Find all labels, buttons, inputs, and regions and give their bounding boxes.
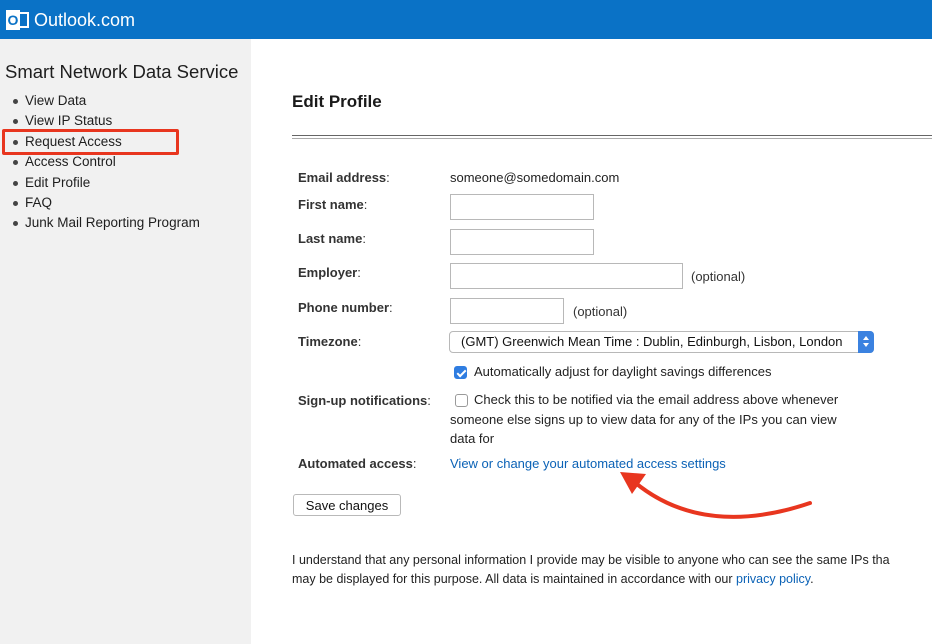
page-title: Edit Profile bbox=[292, 92, 382, 111]
bullet-icon bbox=[13, 200, 18, 206]
select-stepper-icon[interactable] bbox=[858, 331, 874, 353]
first-name-label: First name: bbox=[298, 197, 368, 212]
brand[interactable]: O Outlook.com bbox=[6, 8, 135, 32]
sidebar-item-view-data[interactable]: View Data bbox=[0, 91, 251, 111]
email-label: Email address: bbox=[298, 170, 390, 185]
sidebar: Smart Network Data Service View Data Vie… bbox=[0, 39, 251, 644]
last-name-field[interactable] bbox=[450, 229, 594, 255]
timezone-select[interactable]: (GMT) Greenwich Mean Time : Dublin, Edin… bbox=[449, 331, 874, 353]
outlook-logo-icon: O bbox=[6, 9, 30, 31]
privacy-notice-line1: I understand that any personal informati… bbox=[292, 553, 890, 567]
bullet-icon bbox=[13, 99, 18, 104]
bullet-icon bbox=[13, 221, 18, 227]
timezone-label: Timezone: bbox=[298, 334, 362, 349]
sidebar-item-label[interactable]: View Data bbox=[25, 93, 86, 108]
last-name-label: Last name: bbox=[298, 231, 366, 246]
save-changes-button[interactable]: Save changes bbox=[293, 494, 401, 516]
bullet-icon bbox=[13, 180, 18, 186]
sidebar-item-faq[interactable]: FAQ bbox=[0, 193, 251, 213]
signup-notifications-label: Sign-up notifications: bbox=[298, 393, 431, 408]
sidebar-item-access-control[interactable]: Access Control bbox=[0, 152, 251, 172]
first-name-field[interactable] bbox=[450, 194, 594, 220]
sidebar-item-label[interactable]: Edit Profile bbox=[25, 175, 90, 190]
sidebar-nav: View Data View IP Status Request Access … bbox=[0, 91, 251, 234]
sidebar-item-label[interactable]: Access Control bbox=[25, 154, 116, 169]
sidebar-item-request-access[interactable]: Request Access bbox=[0, 132, 251, 152]
automated-access-label: Automated access: bbox=[298, 456, 417, 471]
dst-checkbox-label[interactable]: Automatically adjust for daylight saving… bbox=[474, 362, 771, 382]
timezone-selected-value: (GMT) Greenwich Mean Time : Dublin, Edin… bbox=[461, 334, 843, 349]
privacy-notice: I understand that any personal informati… bbox=[292, 551, 932, 588]
bullet-icon bbox=[13, 119, 18, 125]
sidebar-item-label[interactable]: Request Access bbox=[25, 134, 122, 149]
sidebar-item-edit-profile[interactable]: Edit Profile bbox=[0, 173, 251, 193]
email-value: someone@somedomain.com bbox=[450, 170, 620, 185]
phone-optional-hint: (optional) bbox=[573, 304, 628, 319]
privacy-notice-line2: may be displayed for this purpose. All d… bbox=[292, 571, 814, 586]
signup-notifications-checkbox[interactable] bbox=[455, 394, 468, 407]
dst-checkbox[interactable] bbox=[454, 366, 467, 379]
signup-text-line2: someone else signs up to view data for a… bbox=[450, 412, 837, 427]
divider bbox=[292, 135, 932, 139]
employer-optional-hint: (optional) bbox=[691, 269, 746, 284]
top-bar: O Outlook.com bbox=[0, 0, 932, 39]
sidebar-item-junk-mail[interactable]: Junk Mail Reporting Program bbox=[0, 213, 251, 233]
sidebar-item-view-ip-status[interactable]: View IP Status bbox=[0, 111, 251, 131]
main-content: Edit Profile Email address: someone@some… bbox=[251, 39, 932, 644]
bullet-icon bbox=[13, 160, 18, 166]
sidebar-title: Smart Network Data Service bbox=[5, 61, 239, 82]
automated-access-link[interactable]: View or change your automated access set… bbox=[450, 456, 726, 471]
sidebar-item-label[interactable]: Junk Mail Reporting Program bbox=[25, 215, 200, 230]
sidebar-item-label[interactable]: FAQ bbox=[25, 195, 52, 210]
phone-label: Phone number: bbox=[298, 300, 393, 315]
employer-field[interactable] bbox=[450, 263, 683, 289]
signup-text-line3: data for bbox=[450, 431, 495, 446]
sidebar-item-label[interactable]: View IP Status bbox=[25, 113, 112, 128]
privacy-policy-link[interactable]: privacy policy bbox=[736, 572, 810, 586]
employer-label: Employer: bbox=[298, 265, 361, 280]
bullet-icon bbox=[13, 139, 18, 145]
signup-text-line1: Check this to be notified via the email … bbox=[474, 392, 839, 407]
brand-name: Outlook.com bbox=[34, 9, 136, 30]
phone-field[interactable] bbox=[450, 298, 564, 324]
